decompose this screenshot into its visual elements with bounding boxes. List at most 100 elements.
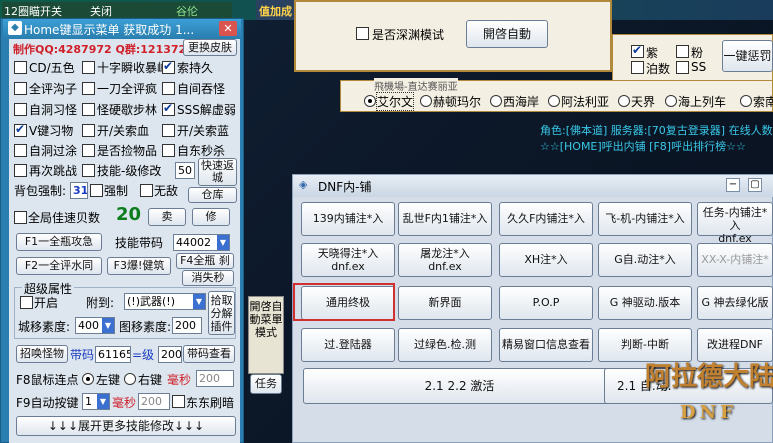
channel-radio[interactable] <box>490 95 502 107</box>
feature-checkbox-label: 全评沟子 <box>29 82 78 96</box>
injection-button[interactable]: P.O.P <box>499 286 593 320</box>
injection-button[interactable]: G 神去绿化版 <box>697 286 773 320</box>
pickup-plugin-button[interactable]: 拾取 分解 插件 <box>208 291 235 335</box>
one-key-button[interactable]: 一键惩罚 <box>722 40 773 72</box>
feature-checkbox-label: 开/关索血 <box>97 124 150 138</box>
ss-label: SS <box>691 60 707 74</box>
channel-radio[interactable] <box>618 95 630 107</box>
close-button[interactable]: ✕ <box>219 21 237 36</box>
channel-radio[interactable] <box>420 95 432 107</box>
dnf-app-icon: ◈ <box>299 178 308 191</box>
purple-checkbox[interactable] <box>631 43 644 58</box>
attr-open-label: 开启 <box>34 296 59 310</box>
pink-checkbox[interactable] <box>676 45 689 58</box>
force-checkbox[interactable] <box>90 184 103 197</box>
feature-checkbox[interactable] <box>162 144 175 157</box>
injection-button[interactable]: XX-X-内铺注*入 <box>697 243 773 298</box>
feature-checkbox[interactable] <box>14 144 27 157</box>
channel-label: 海上列车 <box>678 95 727 109</box>
right-key-radio[interactable] <box>124 373 136 385</box>
f8-ms-field[interactable]: 200 <box>196 370 234 387</box>
hide-menu-button[interactable]: 更换皮肤 <box>183 39 237 56</box>
city-speed-select[interactable]: 400 <box>75 317 115 334</box>
injection-button[interactable]: 久久F内铺注*入 <box>499 202 593 236</box>
channel-radio[interactable] <box>548 95 560 107</box>
attr-target-select[interactable]: (!)武器(!) <box>124 293 206 310</box>
pohsu-checkbox[interactable] <box>631 61 644 74</box>
skill-lock-select[interactable]: 44002 <box>173 234 230 251</box>
activate-button[interactable]: 2.1 2.2 激活 <box>303 368 616 404</box>
injection-button[interactable]: 任务-内铺注*入 dnf.ex <box>697 202 773 245</box>
feature-checkbox[interactable] <box>14 103 27 116</box>
feature-checkbox[interactable] <box>162 82 175 95</box>
left-key-radio[interactable] <box>82 373 94 385</box>
feature-checkbox[interactable] <box>14 82 27 95</box>
injection-button[interactable]: 过.登陆器 <box>301 328 395 362</box>
sell-button[interactable]: 卖 <box>148 208 186 226</box>
full-speed-checkbox[interactable] <box>14 211 27 224</box>
injection-button[interactable]: 乱世F内1铺注*入 <box>398 202 492 236</box>
channel-label: 阿法利亚 <box>561 95 610 109</box>
f4-button[interactable]: F4全瓶 刹 <box>176 253 234 269</box>
ss-checkbox[interactable] <box>676 61 689 74</box>
skill-level-field[interactable]: 50 <box>175 162 195 179</box>
open-auto-button[interactable]: 開啓自動 <box>466 20 548 48</box>
feature-checkbox-label: 一刀全评疯 <box>97 82 158 96</box>
minimize-icon[interactable]: − <box>726 178 740 192</box>
channel-radio[interactable] <box>665 95 677 107</box>
injection-button[interactable]: G自.动注*入 <box>598 243 692 277</box>
f8-label: F8鼠标连点 <box>16 373 79 387</box>
feature-checkbox[interactable] <box>82 61 95 74</box>
injection-button[interactable]: 天晓得注*入 dnf.ex <box>301 243 395 277</box>
repair-button[interactable]: 修 <box>192 208 230 226</box>
map-speed-field[interactable]: 200 <box>172 317 202 334</box>
feature-checkbox[interactable] <box>14 61 27 74</box>
feature-checkbox[interactable] <box>162 124 175 137</box>
channel-radio[interactable] <box>364 95 376 107</box>
channel-radio[interactable] <box>740 95 752 107</box>
f2-button[interactable]: F2一全评水同 <box>16 257 102 275</box>
summon-button[interactable]: 招唤怪物 <box>16 345 68 363</box>
middle-strip-text: 值加成 <box>259 5 292 18</box>
bag-field[interactable]: 31 <box>70 182 88 199</box>
feature-checkbox-label: 自间吞怪 <box>177 82 226 96</box>
feature-checkbox[interactable] <box>162 101 175 116</box>
deep-abyss-checkbox[interactable] <box>356 27 369 40</box>
f9-key-select[interactable]: 1 <box>82 393 110 410</box>
summon-code-field[interactable]: 61165 <box>95 346 131 363</box>
injection-button[interactable]: 新界面 <box>398 286 492 320</box>
feature-checkbox[interactable] <box>14 122 27 137</box>
attr-add-label: 附到: <box>86 296 115 310</box>
f3-button[interactable]: F3爆!健筑 <box>107 257 171 275</box>
attr-open-checkbox[interactable] <box>20 296 33 309</box>
feature-checkbox[interactable] <box>162 59 175 74</box>
feature-checkbox-label: 再次跳战 <box>29 164 78 178</box>
feature-checkbox[interactable] <box>14 164 27 177</box>
injection-button[interactable]: 屠龙注*入 dnf.ex <box>398 243 492 277</box>
force-label: 强制 <box>104 184 129 198</box>
expand-more-button[interactable]: ↓↓↓展开更多技能修改↓↓↓ <box>16 416 236 436</box>
warehouse-button[interactable]: 仓库 <box>188 187 237 203</box>
f9-ms-field[interactable]: 200 <box>138 393 170 410</box>
maximize-icon[interactable]: ▢ <box>748 178 762 192</box>
task-button[interactable]: 任务 <box>250 374 282 394</box>
injection-button[interactable]: XH注*入 <box>499 243 593 277</box>
no-refresh-checkbox[interactable] <box>172 395 185 408</box>
injection-button[interactable]: 飞-机-内铺注*入 <box>598 202 692 236</box>
feature-checkbox[interactable] <box>82 82 95 95</box>
injection-button[interactable]: 139内铺注*入 <box>301 202 395 236</box>
feature-checkbox[interactable] <box>82 103 95 116</box>
f1-button[interactable]: F1一全瓶攻急 <box>16 233 102 251</box>
top-strip-text-1: 12圈瞄开关 <box>4 5 62 18</box>
feature-checkbox[interactable] <box>82 164 95 177</box>
level-field[interactable]: 200 <box>158 346 182 363</box>
injection-button[interactable]: 精易窗口信息查看器 <box>499 328 593 383</box>
quick-return-button[interactable]: 快速返 城 <box>198 158 237 186</box>
remove-button[interactable]: 消失秒 <box>182 270 234 286</box>
feature-checkbox[interactable] <box>82 124 95 137</box>
injection-button[interactable]: 过绿色.检.测 <box>398 328 492 362</box>
feature-checkbox[interactable] <box>82 144 95 157</box>
injection-button[interactable]: G 神驱动.版本 <box>598 286 692 320</box>
no-enemy-checkbox[interactable] <box>140 184 153 197</box>
code-check-button[interactable]: 带码查看 <box>183 345 235 363</box>
